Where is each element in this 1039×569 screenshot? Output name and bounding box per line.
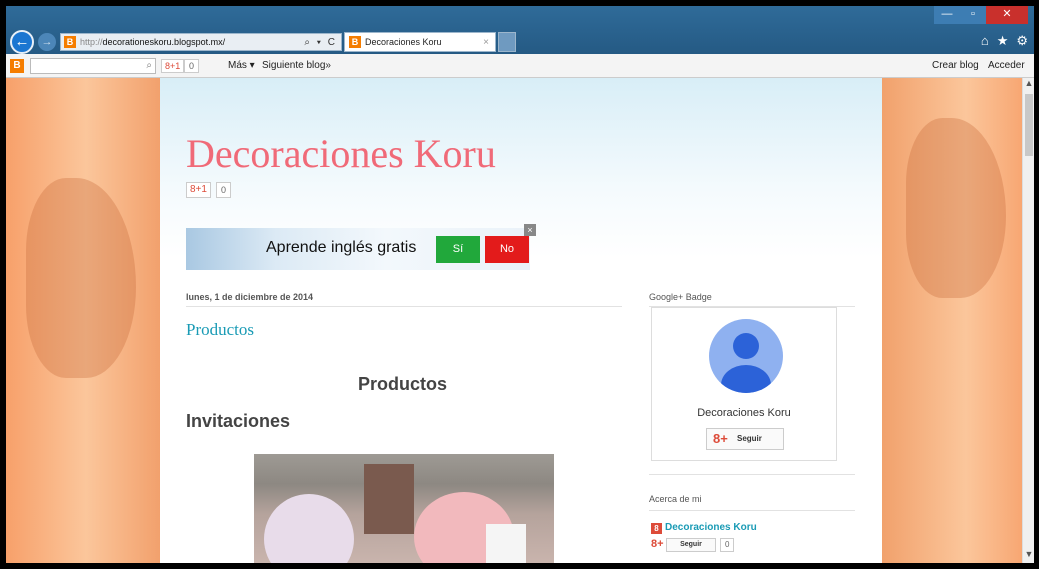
- blogger-navbar: B ⌕ 8+1 0 Más ▾ Siguiente blog» Crear bl…: [6, 54, 1034, 78]
- navbar-search-input[interactable]: ⌕: [30, 58, 156, 74]
- minimize-button[interactable]: —: [934, 6, 960, 24]
- about-follow-button[interactable]: Seguir: [666, 538, 716, 552]
- gplus-icon: 8+: [713, 431, 728, 446]
- navbar-gplus-count: 0: [184, 59, 200, 73]
- divider: [649, 510, 855, 511]
- create-blog-link[interactable]: Crear blog: [932, 60, 979, 71]
- blogger-favicon-icon: B: [349, 36, 361, 48]
- about-heading: Acerca de mi: [649, 494, 702, 504]
- post-heading-centered: Productos: [358, 374, 448, 394]
- blog-title[interactable]: Decoraciones Koru: [186, 130, 496, 177]
- scroll-down-arrow-icon[interactable]: ▼: [1023, 549, 1034, 563]
- ad-close-icon[interactable]: ×: [524, 224, 536, 236]
- blogger-favicon-icon: B: [64, 36, 76, 48]
- tab-decoraciones-koru[interactable]: B Decoraciones Koru ×: [344, 32, 496, 52]
- tab-title: Decoraciones Koru: [365, 37, 442, 47]
- browser-tools: ⌂ ★ ⚙: [981, 33, 1028, 49]
- google-badge-card: Decoraciones Koru 8+ Seguir: [651, 307, 837, 461]
- bird-silhouette-left: [26, 178, 136, 378]
- divider: [186, 306, 622, 307]
- follow-label: Seguir: [737, 434, 762, 443]
- vertical-scrollbar[interactable]: ▲ ▼: [1022, 78, 1034, 563]
- header-gplus-button[interactable]: 8+1: [186, 182, 211, 198]
- favorites-star-icon[interactable]: ★: [997, 33, 1009, 49]
- maximize-button[interactable]: ▫: [960, 6, 986, 24]
- address-protocol: http://: [80, 37, 103, 47]
- gplus-icon: 8+: [651, 538, 664, 550]
- blogger-logo-icon[interactable]: B: [10, 59, 24, 73]
- scroll-up-arrow-icon[interactable]: ▲: [1023, 78, 1034, 92]
- google-badge-heading: Google+ Badge: [649, 292, 712, 302]
- ad-no-button[interactable]: No: [485, 236, 529, 263]
- search-icon[interactable]: ⌕: [146, 60, 152, 71]
- header-gplus-count: 0: [216, 182, 232, 198]
- blog-content: Decoraciones Koru 8+1 0 Aprende inglés g…: [160, 78, 882, 563]
- address-bar[interactable]: B http:// decorationeskoru.blogspot.mx/ …: [60, 33, 342, 51]
- badge-name[interactable]: Decoraciones Koru: [652, 407, 836, 419]
- post-title-link[interactable]: Productos: [186, 320, 254, 340]
- scroll-thumb[interactable]: [1025, 94, 1033, 156]
- settings-gear-icon[interactable]: ⚙: [1016, 33, 1028, 49]
- follow-button[interactable]: 8+ Seguir: [706, 428, 784, 450]
- photo-cup-left: [264, 494, 354, 563]
- back-button[interactable]: ←: [10, 30, 34, 54]
- divider: [649, 474, 855, 475]
- ad-yes-button[interactable]: Sí: [436, 236, 480, 263]
- navbar-gplus-button[interactable]: 8+1: [161, 59, 185, 73]
- close-window-button[interactable]: ✕: [986, 6, 1028, 24]
- post-date: lunes, 1 de diciembre de 2014: [186, 292, 314, 302]
- address-host: decorationeskoru.blogspot.mx/: [102, 37, 226, 47]
- about-profile-link[interactable]: Decoraciones Koru: [665, 522, 757, 533]
- window-controls: — ▫ ✕: [934, 6, 1028, 24]
- page-viewport: Decoraciones Koru 8+1 0 Aprende inglés g…: [6, 78, 1034, 563]
- home-icon[interactable]: ⌂: [981, 33, 989, 49]
- ad-banner[interactable]: Aprende inglés gratis Sí No: [186, 228, 530, 270]
- avatar-body-shape: [721, 365, 771, 393]
- more-menu[interactable]: Más ▾: [228, 60, 255, 71]
- forward-button[interactable]: →: [38, 33, 56, 51]
- title-bar: — ▫ ✕ ← → B http:// decorationeskoru.blo…: [6, 6, 1034, 54]
- avatar[interactable]: [709, 319, 783, 393]
- address-search-refresh-icons[interactable]: ⌕ ▾ C: [304, 37, 337, 48]
- login-link[interactable]: Acceder: [988, 60, 1025, 71]
- post-photo[interactable]: [254, 454, 554, 563]
- about-follow-count: 0: [720, 538, 735, 552]
- new-tab-button[interactable]: [498, 32, 516, 52]
- bird-silhouette-right: [906, 118, 1006, 298]
- browser-window: — ▫ ✕ ← → B http:// decorationeskoru.blo…: [6, 6, 1034, 563]
- tab-close-icon[interactable]: ×: [483, 37, 489, 48]
- photo-box: [364, 464, 414, 534]
- gplus-profile-icon: 8: [651, 523, 662, 534]
- next-blog-link[interactable]: Siguiente blog»: [262, 60, 331, 71]
- avatar-head-shape: [733, 333, 759, 359]
- post-heading-invitations: Invitaciones: [186, 411, 291, 431]
- ad-text: Aprende inglés gratis: [266, 239, 417, 256]
- photo-card: [486, 524, 526, 563]
